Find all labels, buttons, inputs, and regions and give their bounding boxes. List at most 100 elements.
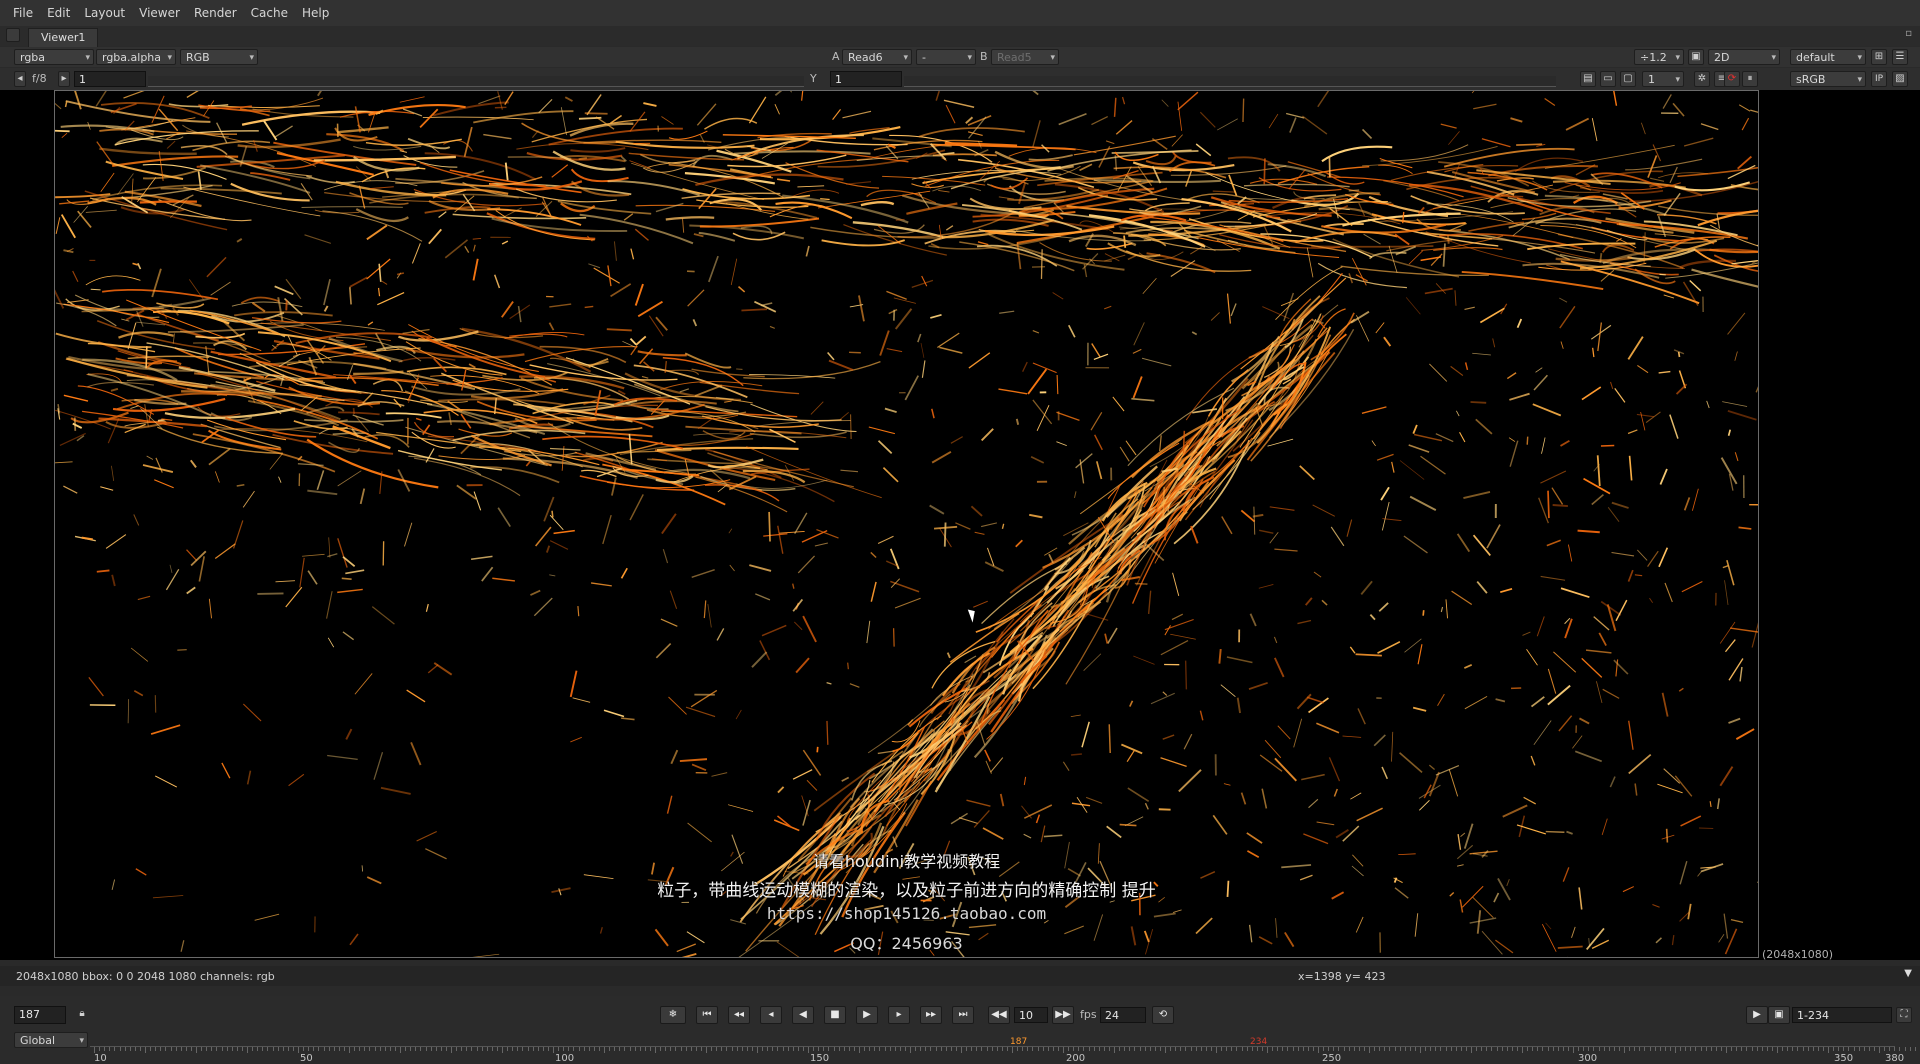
particle-spark	[112, 575, 115, 586]
roi-icon[interactable]: ⊞	[1871, 49, 1887, 65]
lock-icon[interactable]: ▣	[1688, 49, 1704, 65]
particle-streak	[356, 209, 408, 221]
particle-spark	[1548, 669, 1555, 694]
particle-spark	[82, 538, 93, 540]
tick-300: 300	[1578, 1053, 1597, 1064]
particle-spark	[731, 259, 737, 285]
input-process-button[interactable]: IP	[1871, 71, 1887, 87]
particle-spark	[1449, 769, 1458, 796]
clipping-warning-icon[interactable]: ▤	[1580, 71, 1596, 87]
image-frame[interactable]	[54, 90, 1759, 958]
fps-field[interactable]: 24	[1100, 1007, 1146, 1023]
play-forward-icon[interactable]: ▶	[856, 1006, 878, 1024]
particle-spark	[1594, 617, 1609, 630]
alpha-channel-dropdown[interactable]: rgba.alpha	[96, 49, 176, 65]
colorspace-dropdown[interactable]: sRGB	[1790, 71, 1866, 87]
current-frame-marker[interactable]: 187	[1010, 1037, 1027, 1047]
particle-spark	[985, 750, 990, 761]
particle-spark	[1134, 322, 1145, 345]
goto-end-icon[interactable]: ⏭	[952, 1006, 974, 1024]
particle-spark	[73, 91, 81, 109]
particle-spark	[1735, 452, 1738, 461]
pause-update-icon[interactable]: ⏸	[1742, 71, 1758, 87]
skip-forward-icon[interactable]: ▶▶	[1052, 1006, 1074, 1024]
display-channels-dropdown[interactable]: RGB	[180, 49, 258, 65]
tick-150: 150	[810, 1053, 829, 1064]
particle-spark	[1031, 457, 1044, 463]
downscale-dropdown[interactable]: ÷1.2	[1634, 49, 1684, 65]
step-back-icon[interactable]: ◂	[760, 1006, 782, 1024]
menu-viewer[interactable]: Viewer	[132, 0, 187, 26]
goto-start-icon[interactable]: ⏮	[696, 1006, 718, 1024]
monitor-output-icon[interactable]: ▢	[1620, 71, 1636, 87]
frame-range-field[interactable]: 1-234	[1792, 1007, 1892, 1023]
skip-back-icon[interactable]: ◀◀	[988, 1006, 1010, 1024]
particle-spark	[827, 683, 832, 684]
info-expand-icon[interactable]: ▼	[1904, 968, 1912, 979]
particle-spark	[1548, 686, 1570, 705]
proxy-dropdown[interactable]: 1	[1642, 71, 1684, 87]
particle-render-image	[55, 91, 1759, 958]
channels-dropdown[interactable]: rgba	[14, 49, 94, 65]
playback-range-icon[interactable]: ▶	[1746, 1006, 1768, 1024]
menu-render[interactable]: Render	[187, 0, 244, 26]
prev-keyframe-icon[interactable]: ◂◂	[728, 1006, 750, 1024]
menu-edit[interactable]: Edit	[40, 0, 77, 26]
gamma-slider[interactable]	[904, 76, 1556, 87]
particle-spark	[1044, 548, 1057, 556]
particle-spark	[1381, 487, 1389, 500]
particle-spark	[474, 259, 478, 281]
particle-spark	[301, 183, 312, 200]
particle-spark	[305, 235, 331, 244]
menu-file[interactable]: File	[6, 0, 40, 26]
wipe-mode-dropdown[interactable]: -	[916, 49, 976, 65]
particle-streak	[453, 214, 587, 218]
particle-spark	[506, 163, 508, 181]
current-frame-field[interactable]: 187	[14, 1006, 66, 1024]
freeze-icon[interactable]: ❄	[660, 1006, 686, 1024]
menu-cache[interactable]: Cache	[244, 0, 295, 26]
pane-menu-icon[interactable]	[6, 28, 20, 42]
particle-spark	[1149, 591, 1151, 614]
particle-spark	[1461, 833, 1465, 837]
float-pane-icon[interactable]: ▫	[1905, 28, 1912, 39]
loop-icon[interactable]: ⟲	[1152, 1006, 1174, 1024]
particle-streak	[217, 394, 281, 413]
particle-spark	[688, 290, 704, 306]
gpu-icon[interactable]: ✲	[1694, 71, 1710, 87]
gain-slider[interactable]	[148, 76, 804, 87]
end-frame-marker[interactable]: 234	[1250, 1037, 1267, 1047]
particle-spark	[585, 113, 608, 114]
fstop-up-icon[interactable]: ▸	[58, 71, 70, 87]
menu-layout[interactable]: Layout	[77, 0, 132, 26]
particle-streak	[376, 433, 521, 452]
gamma-field[interactable]: 1	[830, 71, 902, 87]
particle-spark	[1657, 784, 1682, 793]
tab-viewer1[interactable]: Viewer1	[28, 28, 98, 47]
settings-icon[interactable]: ☰	[1892, 49, 1908, 65]
frame-ruler[interactable]: 10 50 100 150 200 250 300 350 380 187 23…	[90, 1046, 1895, 1061]
lut-dropdown[interactable]: default	[1790, 49, 1866, 65]
particle-spark	[1477, 582, 1487, 594]
increment-field[interactable]: 10	[1014, 1007, 1048, 1023]
next-keyframe-icon[interactable]: ▸▸	[920, 1006, 942, 1024]
wipe-icon[interactable]: ▨	[1892, 71, 1908, 87]
fstop-down-icon[interactable]: ◂	[14, 71, 26, 87]
scope-dropdown[interactable]: Global	[14, 1032, 88, 1048]
play-backward-icon[interactable]: ◀	[792, 1006, 814, 1024]
view-mode-dropdown[interactable]: 2D	[1708, 49, 1780, 65]
particle-spark	[243, 704, 261, 721]
refresh-icon[interactable]: ⟳	[1724, 71, 1740, 87]
gain-field[interactable]: 1	[74, 71, 146, 87]
range-lock-icon[interactable]: ⛶	[1896, 1007, 1912, 1023]
lock-range-icon[interactable]: 🔒︎	[74, 1007, 90, 1023]
input-b-dropdown[interactable]: Read5	[991, 49, 1059, 65]
step-forward-icon[interactable]: ▸	[888, 1006, 910, 1024]
particle-spark	[587, 94, 601, 114]
stop-icon[interactable]: ■	[824, 1006, 846, 1024]
range-mode-icon[interactable]: ▣	[1768, 1006, 1790, 1024]
menu-help[interactable]: Help	[295, 0, 336, 26]
mask-overlay-icon[interactable]: ▭	[1600, 71, 1616, 87]
particle-spark	[1728, 719, 1740, 723]
input-a-dropdown[interactable]: Read6	[842, 49, 912, 65]
